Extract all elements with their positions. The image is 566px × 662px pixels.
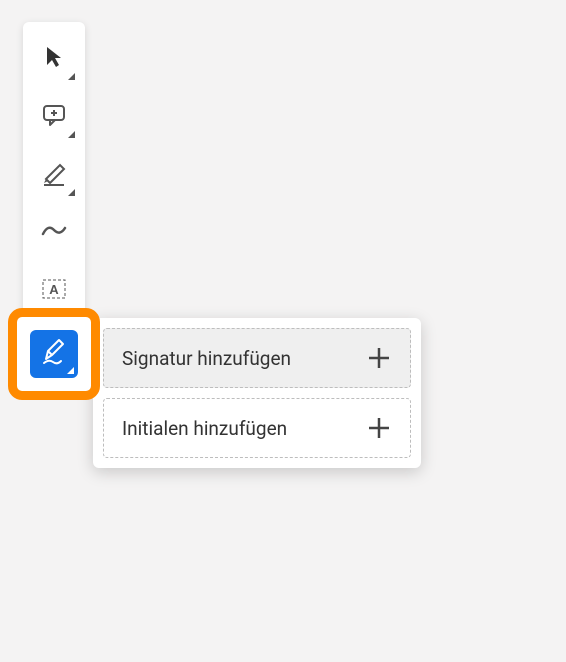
comment-tool[interactable] xyxy=(27,90,81,144)
cursor-icon xyxy=(43,45,65,73)
add-signature-item[interactable]: Signatur hinzufügen xyxy=(103,328,411,388)
plus-icon xyxy=(366,415,392,441)
vertical-toolbar: A xyxy=(23,22,85,328)
draw-tool[interactable] xyxy=(27,206,81,260)
expand-corner-icon xyxy=(68,73,75,80)
select-tool[interactable] xyxy=(27,32,81,86)
expand-corner-icon xyxy=(67,367,74,374)
add-initials-label: Initialen hinzufügen xyxy=(122,417,287,440)
highlight-tool[interactable] xyxy=(27,148,81,202)
text-box-icon: A xyxy=(41,278,67,304)
add-signature-label: Signatur hinzufügen xyxy=(122,347,291,370)
expand-corner-icon xyxy=(68,131,75,138)
sign-tool-highlight xyxy=(8,308,100,400)
signature-popup: Signatur hinzufügen Initialen hinzufügen xyxy=(93,318,421,468)
pen-sign-icon xyxy=(39,337,69,371)
freehand-icon xyxy=(40,222,68,244)
expand-corner-icon xyxy=(68,189,75,196)
comment-plus-icon xyxy=(41,102,67,132)
highlighter-icon xyxy=(40,159,68,191)
plus-icon xyxy=(366,345,392,371)
svg-text:A: A xyxy=(49,282,59,297)
add-initials-item[interactable]: Initialen hinzufügen xyxy=(103,398,411,458)
sign-tool[interactable] xyxy=(30,330,78,378)
